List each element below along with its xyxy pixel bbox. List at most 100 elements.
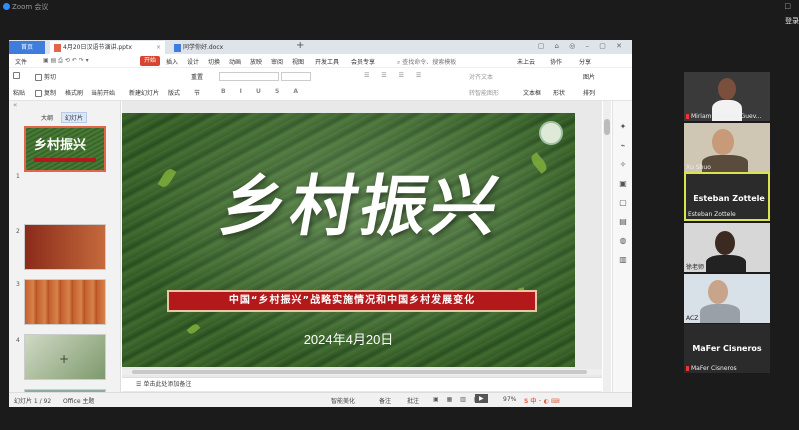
share-button[interactable]: 分享 — [579, 57, 591, 66]
smart-beautify-button[interactable]: 智能美化 — [331, 396, 355, 405]
participant-tile[interactable]: ACZ — [684, 274, 770, 323]
status-bar: 幻灯片 1 / 92 Office 主题 智能美化 备注 批注 ▣ ▦ ▥ ▤ … — [9, 392, 632, 407]
participant-name-text: Miriam Sanchez Guev... — [691, 113, 762, 120]
cut-button-label: 剪切 — [44, 74, 57, 81]
zoom-title-bar: Zoom 会议 □ — [0, 0, 799, 14]
zoom-logo-icon — [3, 3, 10, 10]
paste-icon[interactable] — [13, 72, 22, 79]
participant-tile[interactable]: MaFer Cisneros MaFer Cisneros — [684, 324, 770, 373]
notes-placeholder: 单击此处添加备注 — [143, 381, 192, 388]
participant-name: Xu Shuo — [686, 164, 711, 171]
section-button[interactable]: 节 — [194, 88, 200, 97]
slide-thumb-3[interactable] — [24, 279, 106, 325]
maximize-icon[interactable]: □ — [784, 2, 791, 10]
tab-docx[interactable]: 同学你好.docx — [170, 41, 290, 54]
format-painter-button[interactable]: 格式刷 — [65, 88, 83, 97]
menu-developer[interactable]: 开发工具 — [315, 57, 339, 66]
play-slideshow-button[interactable]: ▶ — [475, 394, 488, 403]
translate-icon[interactable]: ◍ — [619, 237, 627, 245]
participant-tile[interactable]: Miriam Sanchez Guev... — [684, 72, 770, 121]
paste-button[interactable]: 粘贴 — [13, 88, 25, 97]
tab-pptx[interactable]: 4月20日汉语节演讲.pptx × — [50, 41, 165, 54]
paint-icon[interactable]: ▣ — [619, 180, 627, 188]
cloud-status[interactable]: 未上云 — [517, 57, 535, 66]
align-text-button[interactable]: 对齐文本 — [469, 72, 493, 81]
menu-view[interactable]: 视图 — [292, 57, 304, 66]
participant-tile[interactable]: Xu Shuo — [684, 123, 770, 172]
tab-bar: 首页 4月20日汉语节演讲.pptx × 同学你好.docx + ▢ ⌂ ◎ – … — [9, 40, 632, 54]
add-slide-button[interactable]: + — [59, 352, 69, 366]
picture-button[interactable]: 图片 — [583, 72, 595, 81]
thumb-number: 3 — [16, 281, 20, 288]
tab-home[interactable]: 首页 — [9, 41, 45, 54]
school-logo-icon — [539, 121, 563, 145]
play-from-current-button[interactable]: 当前开始 — [91, 88, 115, 97]
window-controls[interactable]: ▢ ⌂ ◎ – ▢ ✕ — [538, 42, 626, 50]
book-icon[interactable]: ▥ — [619, 256, 627, 264]
slide-thumb-2[interactable] — [24, 224, 106, 270]
horizontal-scrollbar[interactable] — [122, 369, 602, 375]
participant-label: MaFer Cisneros — [692, 344, 762, 353]
reset-button[interactable]: 重置 — [191, 72, 203, 81]
menu-design[interactable]: 设计 — [187, 57, 199, 66]
font-size-select[interactable] — [281, 72, 311, 81]
cut-button[interactable]: 剪切 — [35, 72, 56, 81]
thumb-number: 1 — [16, 173, 20, 180]
new-slide-button[interactable]: 新建幻灯片 — [129, 88, 159, 97]
notes-area[interactable]: ☰ 单击此处添加备注 — [122, 377, 602, 391]
search-command[interactable]: ⌕ 查找命令、搜索模板 — [397, 57, 456, 67]
collapse-panel-icon[interactable]: « — [13, 101, 17, 109]
comment-button[interactable]: 批注 — [407, 396, 419, 405]
magic-icon[interactable]: ⌁ — [619, 142, 627, 150]
search-command-label: 查找命令、搜索模板 — [402, 59, 457, 66]
slide-banner: 中国“乡村振兴”战略实施情况和中国乡村发展变化 — [167, 290, 537, 312]
box-icon[interactable]: ▢ — [619, 199, 627, 207]
zoom-level[interactable]: 97% — [503, 396, 516, 403]
convert-smartart-button[interactable]: 转智能图形 — [469, 88, 499, 97]
participant-name: MaFer Cisneros — [686, 365, 737, 372]
theme-name: Office 主题 — [63, 398, 95, 405]
new-tab-button[interactable]: + — [296, 40, 304, 51]
input-method-icon[interactable]: S 中 ･ ◐ ⌨ — [524, 396, 560, 405]
menu-transition[interactable]: 切换 — [208, 57, 220, 66]
active-speaker-tile[interactable]: Esteban Zottele Esteban Zottele — [684, 172, 770, 221]
paragraph-buttons[interactable]: ☰ ☰ ☰ ☰ — [364, 72, 426, 79]
participant-tile[interactable]: 徐老师 — [684, 223, 770, 272]
layout-button[interactable]: 版式 — [168, 88, 180, 97]
slide-thumb-1[interactable]: 乡村振兴 — [24, 126, 106, 172]
close-tab-icon[interactable]: × — [156, 41, 161, 54]
notes-button[interactable]: 备注 — [379, 396, 391, 405]
search-icon: ⌕ — [397, 59, 401, 66]
vertical-scrollbar[interactable] — [603, 101, 611, 407]
menu-file[interactable]: 文件 — [15, 57, 27, 66]
text-box-button[interactable]: 文本框 — [523, 88, 541, 97]
arrange-button[interactable]: 排列 — [583, 88, 595, 97]
tab-slides[interactable]: 幻灯片 — [61, 112, 88, 123]
pin-icon[interactable]: ✦ — [619, 123, 627, 131]
font-family-select[interactable] — [219, 72, 279, 81]
menu-review[interactable]: 审阅 — [271, 57, 283, 66]
shape-button[interactable]: 形状 — [553, 88, 565, 97]
template-icon[interactable]: ▤ — [619, 218, 627, 226]
ribbon: 粘贴 剪切 复制 格式刷 当前开始 新建幻灯片 版式 节 重置 B I U S … — [9, 69, 632, 101]
slide-canvas[interactable]: 乡村振兴 中国“乡村振兴”战略实施情况和中国乡村发展变化 2024年4月20日 — [122, 101, 602, 407]
current-slide[interactable]: 乡村振兴 中国“乡村振兴”战略实施情况和中国乡村发展变化 2024年4月20日 — [122, 113, 575, 367]
pointer-icon[interactable]: ✧ — [619, 161, 627, 169]
font-style-buttons[interactable]: B I U S A — [221, 88, 304, 95]
slide-count: 幻灯片 1 / 92 — [14, 398, 52, 405]
copy-button[interactable]: 复制 — [35, 88, 56, 97]
participant-name: 徐老师 — [686, 264, 705, 271]
menu-animation[interactable]: 动画 — [229, 57, 241, 66]
tab-outline[interactable]: 大纲 — [41, 113, 53, 122]
shared-screen-wps: 首页 4月20日汉语节演讲.pptx × 同学你好.docx + ▢ ⌂ ◎ – … — [9, 40, 632, 407]
collaborate-button[interactable]: 协作 — [550, 57, 562, 66]
participant-name: Miriam Sanchez Guev... — [686, 113, 762, 120]
menu-start[interactable]: 开始 — [140, 56, 161, 66]
login-button[interactable]: 登录 — [785, 16, 799, 26]
thumb-number: 4 — [16, 337, 20, 344]
menu-undo-icons[interactable]: ▣ ▤ ⎙ ⟲ ↶ ↷ ▾ — [43, 57, 89, 65]
menu-insert[interactable]: 插入 — [166, 57, 178, 66]
menu-slideshow[interactable]: 放映 — [250, 57, 262, 66]
thumb-number: 2 — [16, 228, 20, 235]
menu-member[interactable]: 会员专享 — [351, 57, 375, 66]
